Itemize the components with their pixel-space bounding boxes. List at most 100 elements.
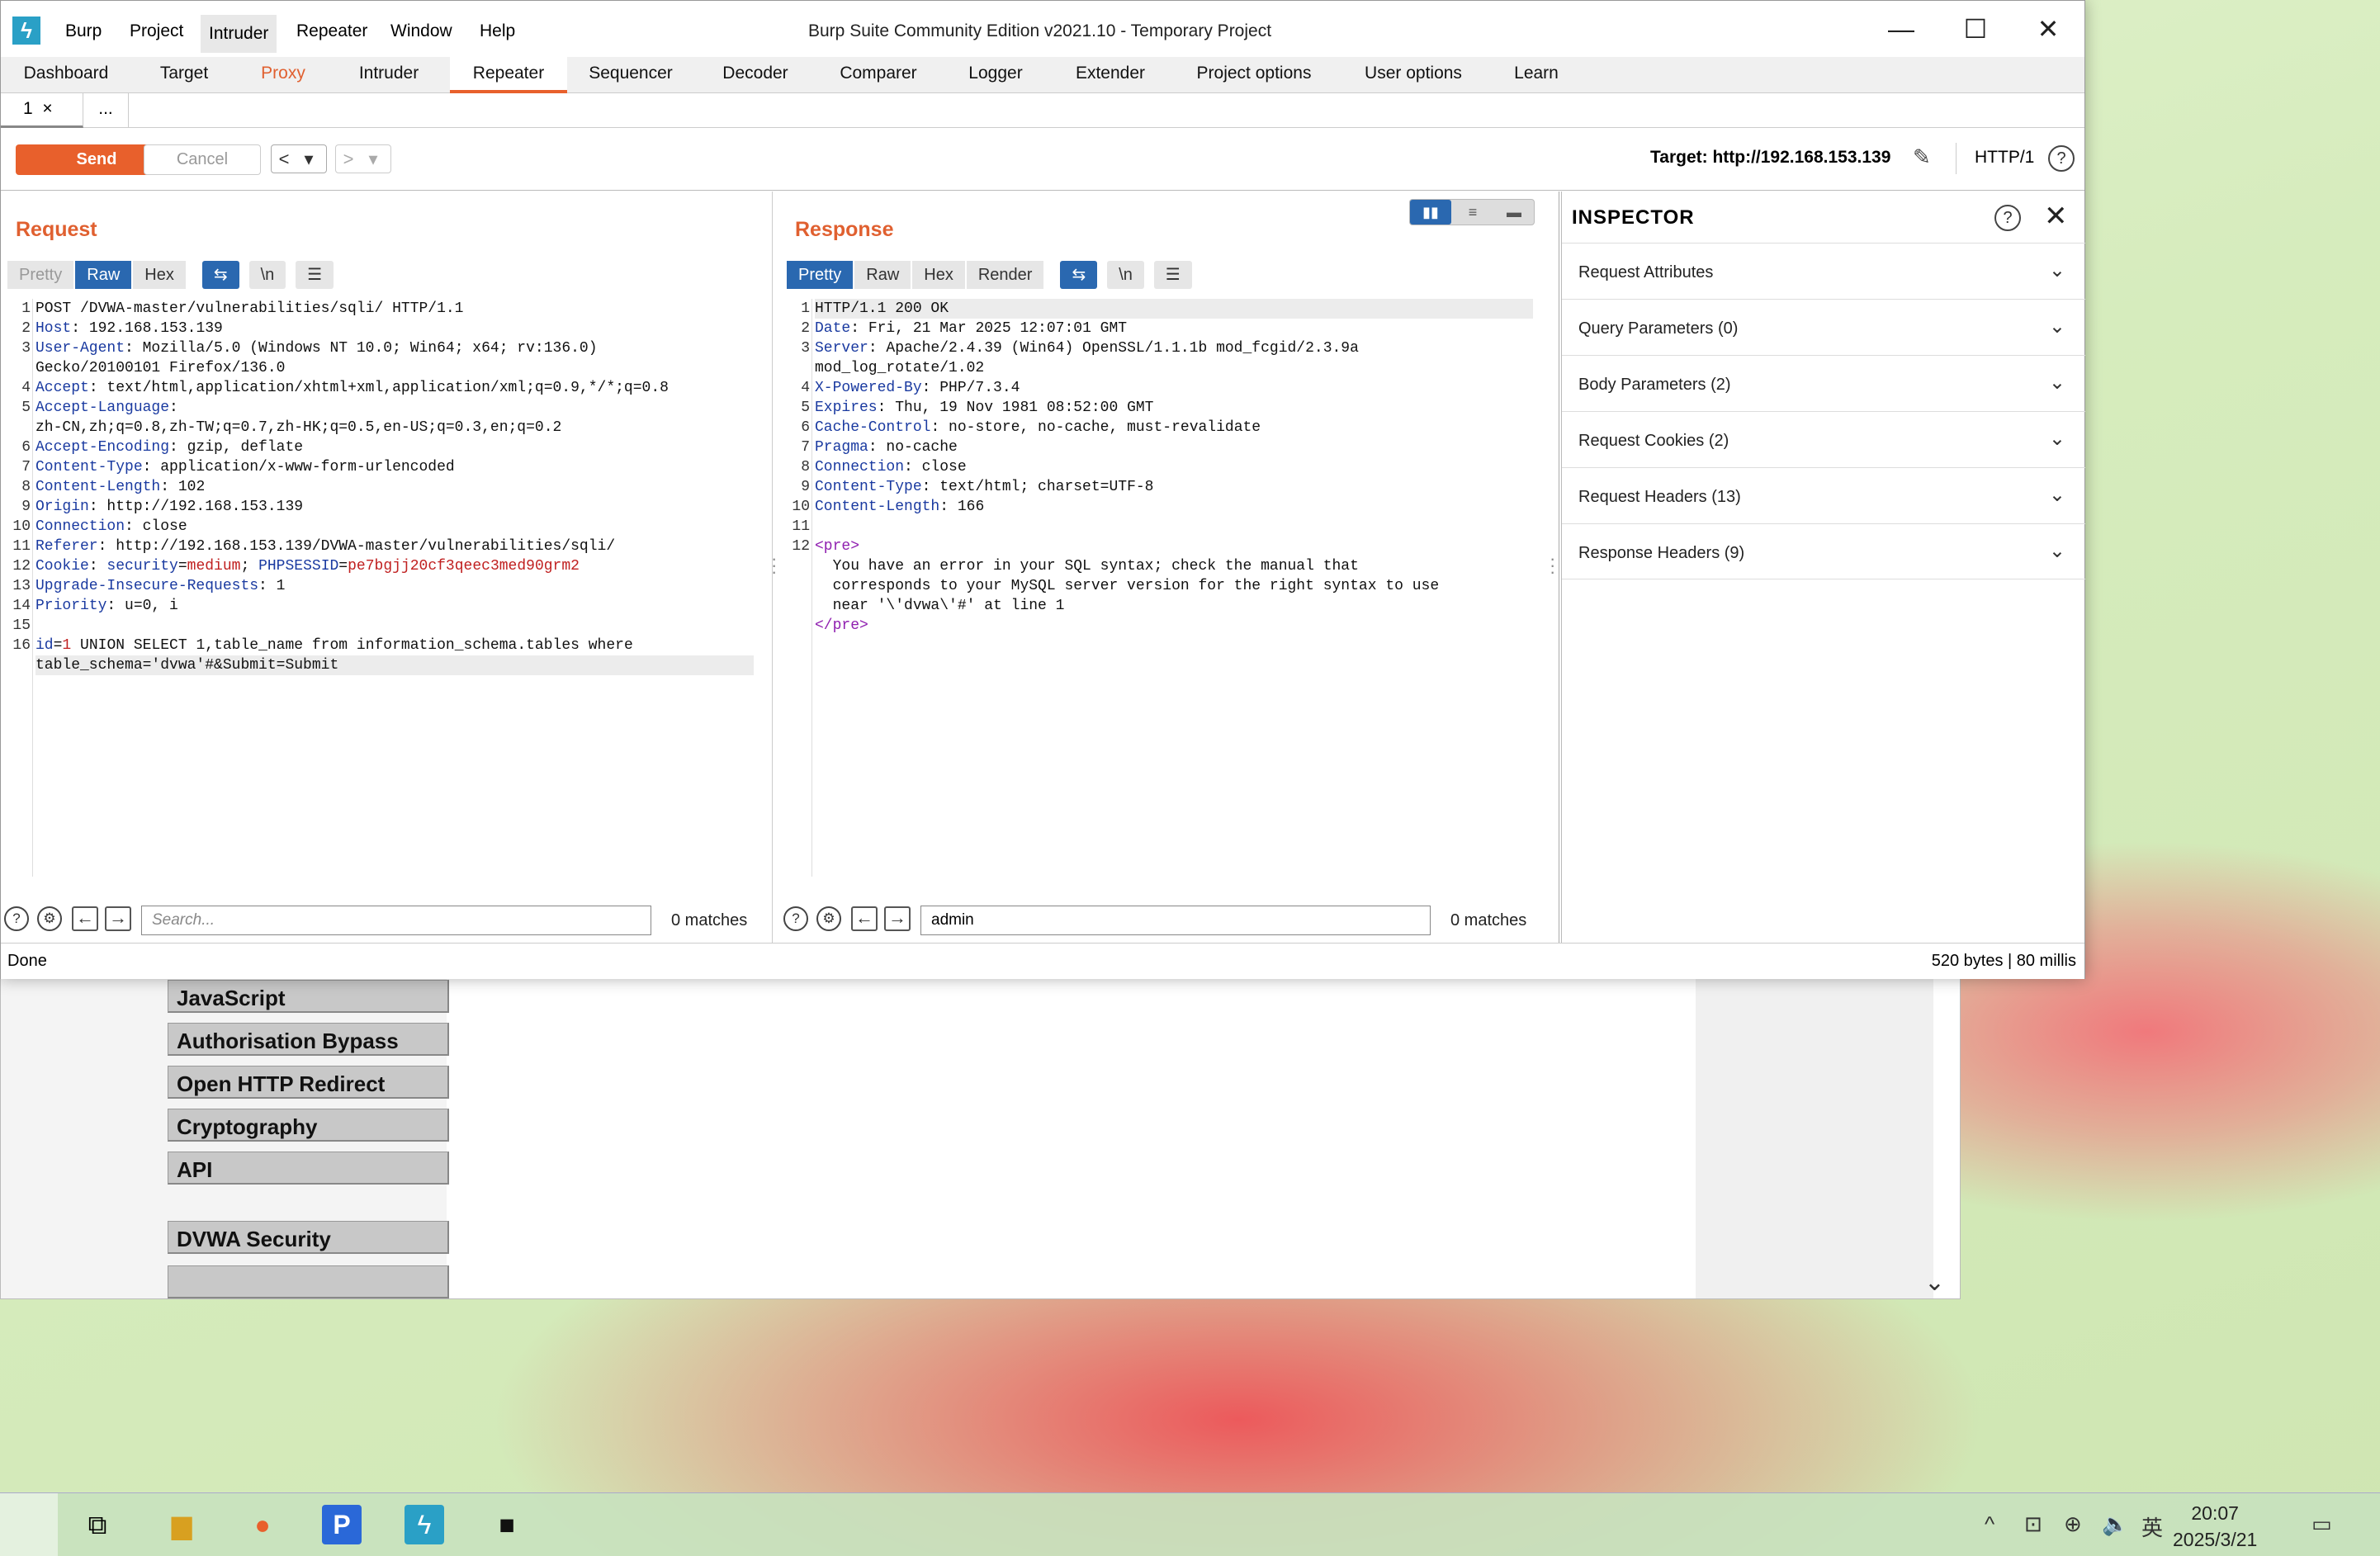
tab-intruder[interactable]: Intruder: [329, 57, 448, 93]
maximize-button[interactable]: ☐: [1959, 12, 1992, 45]
notifications-icon[interactable]: ▭: [2311, 1511, 2332, 1537]
file-explorer-icon[interactable]: ▆: [160, 1503, 203, 1546]
menu-burp[interactable]: Burp: [65, 21, 102, 41]
show-newlines-button[interactable]: \n: [248, 261, 286, 289]
inspector-request-cookies[interactable]: Request Cookies (2) ⌄: [1562, 411, 2085, 467]
wrap-lines-icon[interactable]: ⇆: [201, 261, 239, 289]
inspector-panel: INSPECTOR ? ✕ Request Attributes ⌄ Query …: [1561, 192, 2085, 943]
menu-intruder[interactable]: Intruder: [201, 15, 277, 53]
menu-repeater[interactable]: Repeater: [296, 21, 367, 41]
chevron-down-icon: ⌄: [2048, 259, 2065, 281]
menu-project[interactable]: Project: [130, 21, 183, 41]
terminal-icon[interactable]: ■: [485, 1503, 528, 1546]
layout-stacked-icon[interactable]: ≡: [1452, 200, 1493, 225]
tab-repeater[interactable]: Repeater: [450, 57, 567, 93]
tab-comparer[interactable]: Comparer: [816, 57, 940, 93]
close-tab-icon[interactable]: ×: [42, 99, 52, 118]
tab-logger[interactable]: Logger: [940, 57, 1051, 93]
dvwa-menu-authorisation-bypass[interactable]: Authorisation Bypass: [168, 1023, 449, 1056]
inspector-request-headers[interactable]: Request Headers (13) ⌄: [1562, 467, 2085, 523]
task-view-icon[interactable]: ⧉: [76, 1503, 119, 1546]
history-back-button[interactable]: < ▾: [271, 144, 327, 173]
request-view-hex[interactable]: Hex: [133, 261, 186, 289]
gear-icon[interactable]: ⚙: [816, 906, 841, 931]
http-version-label[interactable]: HTTP/1: [1975, 148, 2034, 168]
globe-icon[interactable]: ⊕: [2064, 1511, 2082, 1537]
next-match-icon[interactable]: →: [884, 906, 911, 931]
help-icon[interactable]: ?: [2048, 145, 2075, 172]
tab-extender[interactable]: Extender: [1051, 57, 1170, 93]
dvwa-menu-partial[interactable]: [168, 1265, 449, 1298]
ime-indicator[interactable]: 英: [2141, 1511, 2163, 1542]
inspector-query-parameters[interactable]: Query Parameters (0) ⌄: [1562, 299, 2085, 355]
show-newlines-button[interactable]: \n: [1107, 261, 1144, 289]
volume-icon[interactable]: 🔈: [2102, 1511, 2128, 1537]
repeater-tab-1[interactable]: 1 ×: [1, 93, 83, 128]
section-label: Query Parameters (0): [1578, 319, 1739, 338]
tab-learn[interactable]: Learn: [1488, 57, 1584, 93]
inspector-request-attributes[interactable]: Request Attributes ⌄: [1562, 243, 2085, 299]
chevron-up-icon[interactable]: ^: [1985, 1511, 1994, 1537]
start-button[interactable]: [0, 1493, 58, 1556]
wrap-lines-icon[interactable]: ⇆: [1060, 261, 1098, 289]
close-window-button[interactable]: ✕: [2032, 12, 2065, 45]
gear-icon[interactable]: ⚙: [37, 906, 62, 931]
new-tab-button[interactable]: ...: [83, 93, 129, 128]
edit-target-icon[interactable]: ✎: [1913, 144, 1931, 170]
help-icon[interactable]: ?: [1994, 205, 2021, 231]
response-view-raw[interactable]: Raw: [854, 261, 911, 289]
request-match-count: 0 matches: [671, 911, 748, 929]
history-forward-button[interactable]: > ▾: [335, 144, 391, 173]
app-p-icon[interactable]: P: [322, 1505, 362, 1544]
tab-sequencer[interactable]: Sequencer: [567, 57, 694, 93]
dvwa-menu-api[interactable]: API: [168, 1152, 449, 1185]
tab-decoder[interactable]: Decoder: [694, 57, 816, 93]
response-view-render[interactable]: Render: [966, 261, 1044, 289]
tab-dashboard[interactable]: Dashboard: [1, 57, 131, 93]
firefox-icon[interactable]: ●: [241, 1503, 284, 1546]
layout-side-by-side-icon[interactable]: ▮▮: [1410, 200, 1451, 225]
tab-user-options[interactable]: User options: [1338, 57, 1488, 93]
help-icon[interactable]: ?: [783, 906, 808, 931]
dvwa-menu-cryptography[interactable]: Cryptography: [168, 1109, 449, 1142]
layout-tabs-icon[interactable]: ▬: [1493, 200, 1535, 225]
response-search-input[interactable]: admin: [920, 906, 1431, 935]
dvwa-menu-open-http-redirect[interactable]: Open HTTP Redirect: [168, 1066, 449, 1099]
pane-splitter[interactable]: · · ·: [771, 550, 777, 581]
previous-match-icon[interactable]: ←: [72, 906, 98, 931]
response-view-pretty[interactable]: Pretty: [787, 261, 854, 289]
gutter: [32, 299, 33, 877]
tab-target[interactable]: Target: [131, 57, 237, 93]
tab-proxy[interactable]: Proxy: [237, 57, 329, 93]
inspector-response-headers[interactable]: Response Headers (9) ⌄: [1562, 523, 2085, 579]
next-match-icon[interactable]: →: [105, 906, 131, 931]
menu-window[interactable]: Window: [390, 21, 452, 41]
scroll-down-icon[interactable]: ⌄: [1924, 1268, 1945, 1297]
network-status-icon[interactable]: ⊡: [2024, 1511, 2042, 1537]
request-search-input[interactable]: Search...: [141, 906, 651, 935]
menu-help[interactable]: Help: [480, 21, 515, 41]
section-label: Response Headers (9): [1578, 544, 1745, 562]
previous-match-icon[interactable]: ←: [851, 906, 878, 931]
response-view-hex[interactable]: Hex: [912, 261, 965, 289]
tab-project-options[interactable]: Project options: [1170, 57, 1338, 93]
burp-taskbar-icon[interactable]: ϟ: [405, 1505, 444, 1544]
request-view-pretty[interactable]: Pretty: [7, 261, 74, 289]
chevron-down-icon: ⌄: [2048, 484, 2065, 506]
status-bar: Done 520 bytes | 80 millis: [1, 943, 2084, 979]
forward-arrow-icon: >: [343, 149, 354, 169]
clock[interactable]: 20:07 2025/3/21: [2173, 1500, 2257, 1553]
divider: [1956, 143, 1957, 174]
inspector-body-parameters[interactable]: Body Parameters (2) ⌄: [1562, 355, 2085, 411]
target-label[interactable]: Target: http://192.168.153.139: [1650, 148, 1890, 168]
help-icon[interactable]: ?: [4, 906, 29, 931]
minimize-button[interactable]: —: [1885, 12, 1918, 45]
menu-icon[interactable]: ☰: [1153, 261, 1192, 289]
pane-splitter[interactable]: · · ·: [1550, 550, 1555, 581]
request-view-raw[interactable]: Raw: [75, 261, 132, 289]
close-inspector-icon[interactable]: ✕: [2044, 200, 2068, 233]
dvwa-menu-javascript[interactable]: JavaScript: [168, 980, 449, 1013]
cancel-button[interactable]: Cancel: [144, 144, 261, 175]
menu-icon[interactable]: ☰: [296, 261, 334, 289]
dvwa-menu-dvwa-security[interactable]: DVWA Security: [168, 1221, 449, 1254]
